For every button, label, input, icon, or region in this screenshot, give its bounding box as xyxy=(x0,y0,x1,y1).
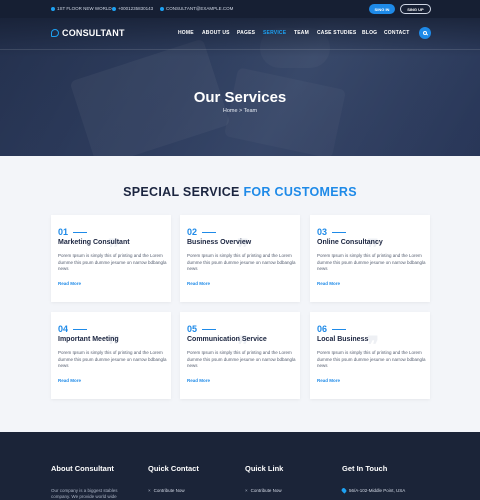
phone-icon xyxy=(112,6,116,11)
nav-item-case-studies[interactable]: CASE STUDIES xyxy=(317,30,356,36)
footer-links-title: Quick Link xyxy=(245,464,284,473)
service-title: Communication Service xyxy=(187,336,267,343)
nav-item-home[interactable]: HOME xyxy=(178,30,194,36)
divider xyxy=(202,329,216,331)
chat-bubble-icon xyxy=(51,29,59,37)
read-more-link[interactable]: Read More xyxy=(187,281,210,286)
service-title: Online Consultancy xyxy=(317,239,383,246)
service-description: Porem Ipsum is simply this of printing a… xyxy=(58,350,167,369)
divider xyxy=(332,329,346,331)
brand-logo[interactable]: CONSULTANT xyxy=(51,28,125,38)
site-footer: About Consultant Our company is a bigges… xyxy=(0,432,480,500)
divider xyxy=(73,329,87,331)
sign-in-button[interactable]: SING IN xyxy=(369,4,395,14)
search-icon xyxy=(423,31,427,35)
footer-contact-link[interactable]: × Contribute Now xyxy=(148,488,185,493)
service-title: Business Overview xyxy=(187,239,252,246)
page-title: Our Services xyxy=(193,89,287,106)
service-title: Local Business xyxy=(317,336,369,343)
divider xyxy=(202,232,216,234)
service-card: ❞ 02 Business Overview Porem Ipsum is si… xyxy=(180,215,300,302)
phone-info[interactable]: +0001235830143 xyxy=(112,6,153,11)
footer-about-text: Our company is a biggest stables company… xyxy=(51,488,118,499)
service-number: 01 xyxy=(58,227,69,237)
search-button[interactable] xyxy=(419,27,431,39)
brand-name: CONSULTANT xyxy=(62,28,125,38)
service-description: Porem Ipsum is simply this of printing a… xyxy=(317,350,426,369)
phone-text[interactable]: +0001235830143 xyxy=(118,6,153,11)
service-title: Marketing Consultant xyxy=(58,239,130,246)
email-info[interactable]: CONSULTANT@EXAMPLE.COM xyxy=(160,6,233,11)
service-number: 04 xyxy=(58,324,69,334)
location-icon xyxy=(51,6,55,11)
hero-banner: CONSULTANT HOME ABOUT US PAGES SERVICE T… xyxy=(0,18,480,156)
service-number: 06 xyxy=(317,324,328,334)
service-card: ❞ 01 Marketing Consultant Porem Ipsum is… xyxy=(51,215,171,302)
footer-address: 56/A-102-Middle Point, USA xyxy=(340,487,406,494)
footer-address-text: 56/A-102-Middle Point, USA xyxy=(349,488,406,493)
service-description: Porem Ipsum is simply this of printing a… xyxy=(187,350,296,369)
section-title: SPECIAL SERVICE FOR CUSTOMERS xyxy=(0,185,480,199)
nav-item-service[interactable]: SERVICE xyxy=(263,30,286,36)
read-more-link[interactable]: Read More xyxy=(187,378,210,383)
address-info: 1ST FLOOR NEW WORLD xyxy=(51,6,112,11)
email-icon xyxy=(160,6,164,11)
bullet-icon: × xyxy=(148,488,151,493)
section-title-highlight: FOR CUSTOMERS xyxy=(243,185,357,199)
nav-item-blog[interactable]: BLOG xyxy=(362,30,377,36)
service-card: ❞ 06 Local Business Porem Ipsum is simpl… xyxy=(310,312,430,399)
nav-item-about-us[interactable]: ABOUT US xyxy=(202,30,230,36)
email-text[interactable]: CONSULTANT@EXAMPLE.COM xyxy=(166,6,233,11)
section-title-main: SPECIAL SERVICE xyxy=(123,185,244,199)
address-text: 1ST FLOOR NEW WORLD xyxy=(57,6,112,11)
service-title: Important Meeting xyxy=(58,336,119,343)
service-description: Porem Ipsum is simply this of printing a… xyxy=(58,253,167,272)
read-more-link[interactable]: Read More xyxy=(58,378,81,383)
read-more-link[interactable]: Read More xyxy=(58,281,81,286)
nav-item-team[interactable]: TEAM xyxy=(294,30,309,36)
footer-quick-link[interactable]: × Contribute Now xyxy=(245,488,282,493)
nav-item-contact[interactable]: CONTACT xyxy=(384,30,409,36)
divider xyxy=(332,232,346,234)
service-description: Porem Ipsum is simply this of printing a… xyxy=(187,253,296,272)
service-description: Porem Ipsum is simply this of printing a… xyxy=(317,253,426,272)
service-number: 02 xyxy=(187,227,198,237)
footer-contact-title: Quick Contact xyxy=(148,464,199,473)
footer-touch-title: Get In Touch xyxy=(342,464,388,473)
location-pin-icon xyxy=(340,487,348,494)
service-number: 05 xyxy=(187,324,198,334)
nav-item-pages[interactable]: PAGES xyxy=(237,30,255,36)
sign-up-button[interactable]: SING UP xyxy=(400,4,431,14)
footer-quick-link-label[interactable]: Contribute Now xyxy=(251,488,282,493)
service-card: ❞ 03 Online Consultancy Porem Ipsum is s… xyxy=(310,215,430,302)
service-number: 03 xyxy=(317,227,328,237)
main-navbar: CONSULTANT HOME ABOUT US PAGES SERVICE T… xyxy=(0,18,480,50)
read-more-link[interactable]: Read More xyxy=(317,281,340,286)
service-card: ❞ 04 Important Meeting Porem Ipsum is si… xyxy=(51,312,171,399)
breadcrumb: Home > Team xyxy=(222,108,258,114)
read-more-link[interactable]: Read More xyxy=(317,378,340,383)
top-info-bar: 1ST FLOOR NEW WORLD +0001235830143 CONSU… xyxy=(0,0,480,18)
footer-about-title: About Consultant xyxy=(51,464,114,473)
divider xyxy=(73,232,87,234)
bullet-icon: × xyxy=(245,488,248,493)
footer-contact-link-label[interactable]: Contribute Now xyxy=(154,488,185,493)
service-card: ❞ 05 Communication Service Porem Ipsum i… xyxy=(180,312,300,399)
